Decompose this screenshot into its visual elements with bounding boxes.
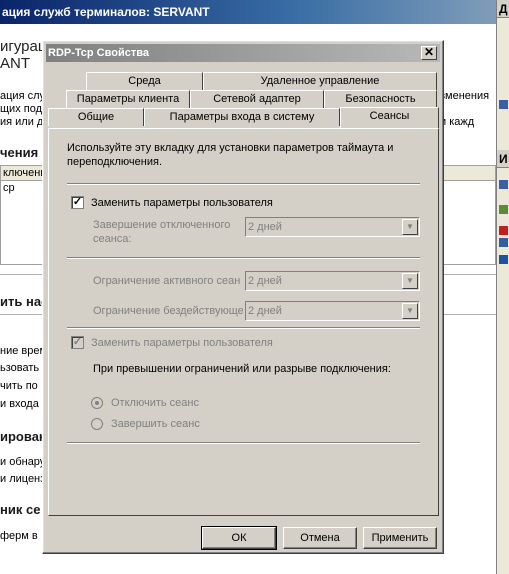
- settings-line[interactable]: ние врем: [0, 345, 47, 357]
- tab-environment[interactable]: Среда: [86, 72, 203, 90]
- disconnect-session-label[interactable]: Отключить сеанс: [111, 397, 199, 409]
- cancel-button[interactable]: Отмена: [283, 527, 357, 549]
- tab-security[interactable]: Безопасность: [324, 90, 437, 108]
- select-value: 2 дней: [248, 305, 282, 317]
- settings-line[interactable]: ьзовать: [0, 362, 39, 374]
- close-icon: ✕: [423, 45, 435, 59]
- action-delete-icon[interactable]: [499, 226, 508, 235]
- select-value: 2 дней: [248, 221, 282, 233]
- source-line[interactable]: ферм в: [0, 530, 38, 542]
- config-description-right: зменения и кажд: [440, 90, 490, 128]
- licensing-line[interactable]: и обнару: [0, 456, 45, 468]
- right-actions-pane: Д И: [496, 0, 509, 574]
- tab-remote-control[interactable]: Удаленное управление: [203, 72, 437, 90]
- separator: [67, 183, 420, 185]
- separator: [67, 327, 420, 329]
- dialog-title: RDP-Tcp Свойства: [48, 47, 149, 59]
- action-help-icon[interactable]: [499, 255, 508, 264]
- tab-general[interactable]: Общие: [48, 108, 144, 126]
- actions-pane-header: Д: [497, 0, 509, 18]
- intro-text: переподключения.: [67, 156, 163, 168]
- tab-logon-settings[interactable]: Параметры входа в систему: [144, 108, 340, 126]
- chevron-down-icon[interactable]: ▼: [402, 273, 418, 289]
- action-properties-icon[interactable]: [499, 238, 508, 247]
- disconnect-session-radio[interactable]: [91, 397, 103, 409]
- override-user-settings-checkbox-1[interactable]: ✓: [71, 196, 84, 209]
- action-arrow-icon[interactable]: [499, 180, 508, 189]
- background-window-titlebar: ация служб терминалов: SERVANT: [0, 0, 496, 24]
- end-disconnected-session-select[interactable]: 2 дней ▼: [245, 217, 420, 237]
- on-limit-label: При превышении ограничений или разрыве п…: [93, 363, 391, 375]
- settings-line[interactable]: чить по: [0, 380, 38, 392]
- end-disconnected-session-label: Завершение отключенного: [93, 219, 231, 231]
- intro-text: Используйте эту вкладку для установки па…: [67, 142, 394, 154]
- actions-pane-header: И: [497, 150, 509, 168]
- rdp-tcp-properties-dialog: RDP-Tcp Свойства ✕ Среда Удаленное управ…: [42, 40, 444, 554]
- connections-section-title: чения: [0, 145, 39, 160]
- separator: [67, 257, 420, 259]
- config-subheading: ANT: [0, 55, 30, 72]
- end-session-radio[interactable]: [91, 418, 103, 430]
- end-session-label[interactable]: Завершить сеанс: [111, 418, 200, 430]
- active-session-limit-select[interactable]: 2 дней ▼: [245, 271, 420, 291]
- idle-session-limit-select[interactable]: 2 дней ▼: [245, 301, 420, 321]
- action-refresh-icon[interactable]: [499, 205, 508, 214]
- dialog-titlebar[interactable]: RDP-Tcp Свойства ✕: [46, 44, 440, 62]
- select-value: 2 дней: [248, 275, 282, 287]
- end-disconnected-session-label: сеанса:: [93, 233, 132, 245]
- licensing-section-title: ирован: [0, 429, 47, 444]
- checkmark-icon: ✓: [72, 336, 83, 348]
- sessions-tab-panel: Используйте эту вкладку для установки па…: [48, 128, 439, 516]
- tab-network-adapter[interactable]: Сетевой адаптер: [190, 90, 324, 108]
- apply-button[interactable]: Применить: [363, 527, 437, 549]
- source-section-title: ник се: [0, 502, 41, 517]
- chevron-down-icon[interactable]: ▼: [402, 303, 418, 319]
- licensing-line[interactable]: и лиценз: [0, 473, 45, 485]
- tab-client-settings[interactable]: Параметры клиента: [66, 90, 190, 108]
- idle-session-limit-label: Ограничение бездействующе: [93, 305, 243, 317]
- override-user-settings-label-2[interactable]: Заменить параметры пользователя: [91, 337, 273, 349]
- chevron-down-icon[interactable]: ▼: [402, 219, 418, 235]
- override-user-settings-label-1[interactable]: Заменить параметры пользователя: [91, 197, 273, 209]
- action-arrow-icon[interactable]: [499, 100, 508, 109]
- active-session-limit-label: Ограничение активного сеан: [93, 275, 241, 287]
- checkmark-icon: ✓: [72, 196, 83, 208]
- ok-button[interactable]: ОК: [201, 526, 277, 550]
- settings-line[interactable]: и входа п: [0, 398, 48, 410]
- close-button[interactable]: ✕: [421, 46, 437, 60]
- tab-sessions[interactable]: Сеансы: [340, 107, 439, 128]
- override-user-settings-checkbox-2[interactable]: ✓: [71, 336, 84, 349]
- config-heading: игурац: [0, 38, 47, 55]
- separator: [67, 442, 420, 444]
